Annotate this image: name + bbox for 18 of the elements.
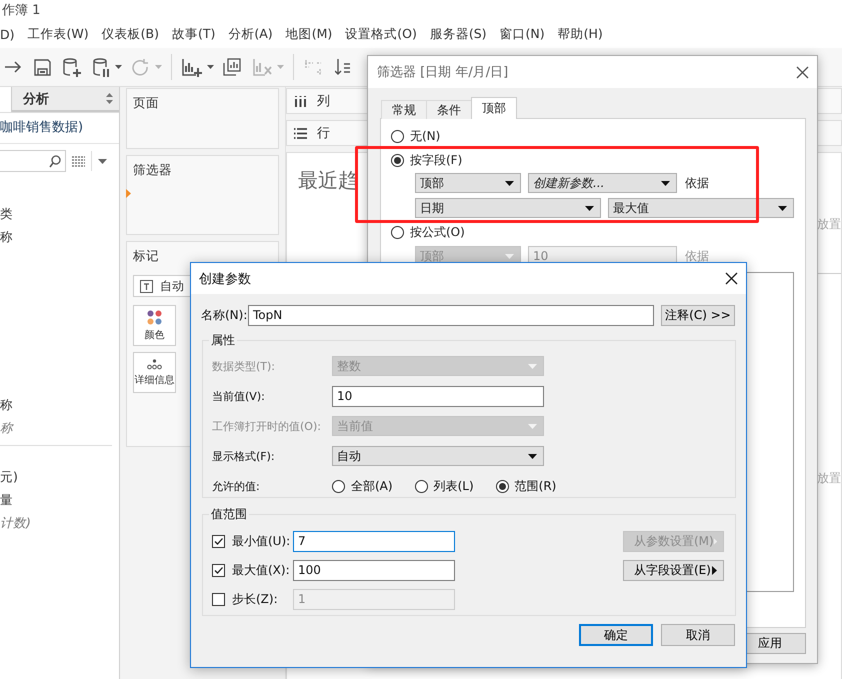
field-label: 允许的值: [212,478,261,494]
field-label: 依据 [685,248,709,264]
field-label: 工作簿打开时的值(O): [212,418,322,434]
card-title: 页面 [132,94,160,112]
field-label: 名称(N): [201,307,248,324]
field-label: 当前值(V): [212,388,266,404]
card-title: 筛选器 [132,161,173,179]
field-label: 显示格式(F): [212,448,276,464]
group-title: 属性 [210,332,236,349]
dialog-title: 创建参数 [199,270,251,288]
dialog-title: 筛选器 [日期 年/月/日] [377,64,508,81]
drop-hint: 放置 [817,470,841,487]
card-title: 标记 [132,247,160,265]
field-label: 依据 [685,174,709,192]
group-title: 值范围 [210,506,248,523]
drop-hint: 放置 [817,216,841,233]
window-title: 作簿 1 [1,2,42,20]
field-label: 数据类型(T): [212,358,276,374]
